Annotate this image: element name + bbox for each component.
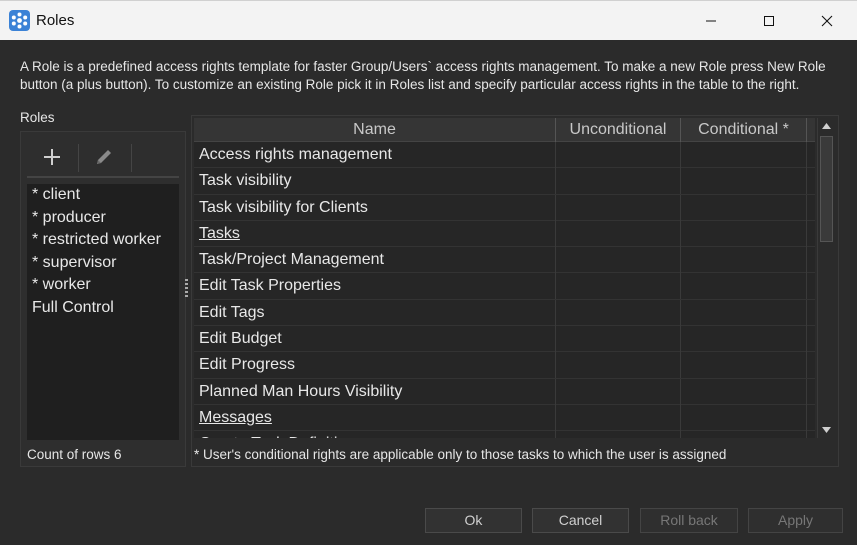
conditional-cell[interactable]	[681, 404, 807, 431]
conditional-cell[interactable]	[681, 299, 807, 326]
new-role-button[interactable]	[27, 136, 77, 178]
unconditional-cell[interactable]	[556, 378, 681, 405]
unconditional-cell[interactable]	[556, 168, 681, 195]
rights-name-cell: Edit Budget	[194, 326, 556, 353]
table-scrollbar[interactable]	[817, 118, 834, 438]
table-row[interactable]: Task visibility	[194, 168, 815, 195]
roles-toolbar	[27, 136, 179, 178]
edit-role-button[interactable]	[79, 136, 129, 178]
column-header-name[interactable]: Name	[194, 118, 556, 142]
rights-name-cell: Edit Progress	[194, 352, 556, 379]
row-count-label: Count of rows 6	[27, 447, 122, 462]
unconditional-cell[interactable]	[556, 326, 681, 353]
scroll-up-button[interactable]	[818, 118, 835, 134]
rights-name-cell[interactable]: Tasks	[194, 220, 556, 247]
conditional-cell[interactable]	[681, 194, 807, 221]
rights-name-cell: Create Task Definition	[194, 431, 556, 438]
scroll-thumb[interactable]	[820, 136, 833, 242]
rights-name-cell: Edit Task Properties	[194, 273, 556, 300]
unconditional-cell[interactable]	[556, 220, 681, 247]
rollback-button[interactable]: Roll back	[640, 508, 738, 533]
ok-button[interactable]: Ok	[425, 508, 522, 533]
unconditional-cell[interactable]	[556, 352, 681, 379]
role-item[interactable]: * client	[27, 184, 179, 207]
role-item[interactable]: * restricted worker	[27, 229, 179, 252]
conditional-cell[interactable]	[681, 352, 807, 379]
conditional-cell[interactable]	[681, 431, 807, 438]
table-row[interactable]: Create Task Definition	[194, 431, 815, 438]
unconditional-cell[interactable]	[556, 194, 681, 221]
roles-panel: * client * producer * restricted worker …	[20, 131, 186, 467]
pencil-icon	[97, 150, 111, 164]
triangle-down-icon	[822, 427, 831, 433]
app-logo-icon	[9, 10, 30, 31]
close-icon	[821, 15, 833, 27]
unconditional-cell[interactable]	[556, 273, 681, 300]
triangle-up-icon	[822, 123, 831, 129]
table-row[interactable]: Tasks	[194, 220, 815, 248]
conditional-cell[interactable]	[681, 220, 807, 247]
plus-icon	[44, 149, 60, 165]
table-row[interactable]: Edit Progress	[194, 352, 815, 379]
table-row[interactable]: Messages	[194, 404, 815, 432]
scroll-down-button[interactable]	[818, 422, 835, 438]
unconditional-cell[interactable]	[556, 142, 681, 168]
panel-splitter[interactable]	[185, 279, 189, 301]
conditional-rights-footnote: * User's conditional rights are applicab…	[194, 447, 727, 462]
rights-name-cell: Edit Tags	[194, 299, 556, 326]
table-header: Name Unconditional Conditional *	[194, 118, 815, 142]
conditional-cell[interactable]	[681, 142, 807, 168]
cancel-button[interactable]: Cancel	[532, 508, 629, 533]
column-header-conditional[interactable]: Conditional *	[681, 118, 807, 142]
close-button[interactable]	[798, 1, 856, 41]
role-item[interactable]: * producer	[27, 207, 179, 230]
conditional-cell[interactable]	[681, 273, 807, 300]
table-body: Access rights management Task visibility T…	[194, 142, 815, 438]
table-row[interactable]: Planned Man Hours Visibility	[194, 378, 815, 405]
conditional-cell[interactable]	[681, 378, 807, 405]
title-bar: Roles	[0, 0, 857, 40]
rights-name-cell: Access rights management	[194, 142, 556, 168]
role-item[interactable]: * worker	[27, 274, 179, 297]
rights-name-cell: Task visibility	[194, 168, 556, 195]
conditional-cell[interactable]	[681, 168, 807, 195]
maximize-button[interactable]	[740, 1, 798, 41]
table-row[interactable]: Task/Project Management	[194, 247, 815, 274]
roles-list[interactable]: * client * producer * restricted worker …	[27, 184, 179, 440]
rights-name-cell: Task visibility for Clients	[194, 194, 556, 221]
unconditional-cell[interactable]	[556, 404, 681, 431]
conditional-cell[interactable]	[681, 326, 807, 353]
maximize-icon	[764, 16, 774, 26]
role-item[interactable]: Full Control	[27, 297, 179, 320]
rights-name-cell: Planned Man Hours Visibility	[194, 378, 556, 405]
rights-table: Name Unconditional Conditional * Access …	[194, 118, 815, 438]
table-row[interactable]: Access rights management	[194, 142, 815, 169]
rights-name-cell[interactable]: Messages	[194, 404, 556, 431]
minimize-button[interactable]	[682, 1, 740, 41]
table-row[interactable]: Edit Tags	[194, 299, 815, 327]
description-text: A Role is a predefined access rights tem…	[20, 59, 826, 92]
table-row[interactable]: Edit Budget	[194, 326, 815, 353]
table-row[interactable]: Task visibility for Clients	[194, 194, 815, 221]
minimize-icon	[706, 20, 716, 22]
table-row[interactable]: Edit Task Properties	[194, 273, 815, 300]
column-header-unconditional[interactable]: Unconditional	[556, 118, 681, 142]
rights-name-cell: Task/Project Management	[194, 247, 556, 274]
unconditional-cell[interactable]	[556, 431, 681, 438]
window-title: Roles	[36, 12, 75, 29]
role-item[interactable]: * supervisor	[27, 252, 179, 275]
roles-label: Roles	[20, 110, 55, 125]
unconditional-cell[interactable]	[556, 247, 681, 274]
unconditional-cell[interactable]	[556, 299, 681, 326]
conditional-cell[interactable]	[681, 247, 807, 274]
apply-button[interactable]: Apply	[748, 508, 843, 533]
rights-table-panel: Name Unconditional Conditional * Access …	[191, 115, 839, 467]
